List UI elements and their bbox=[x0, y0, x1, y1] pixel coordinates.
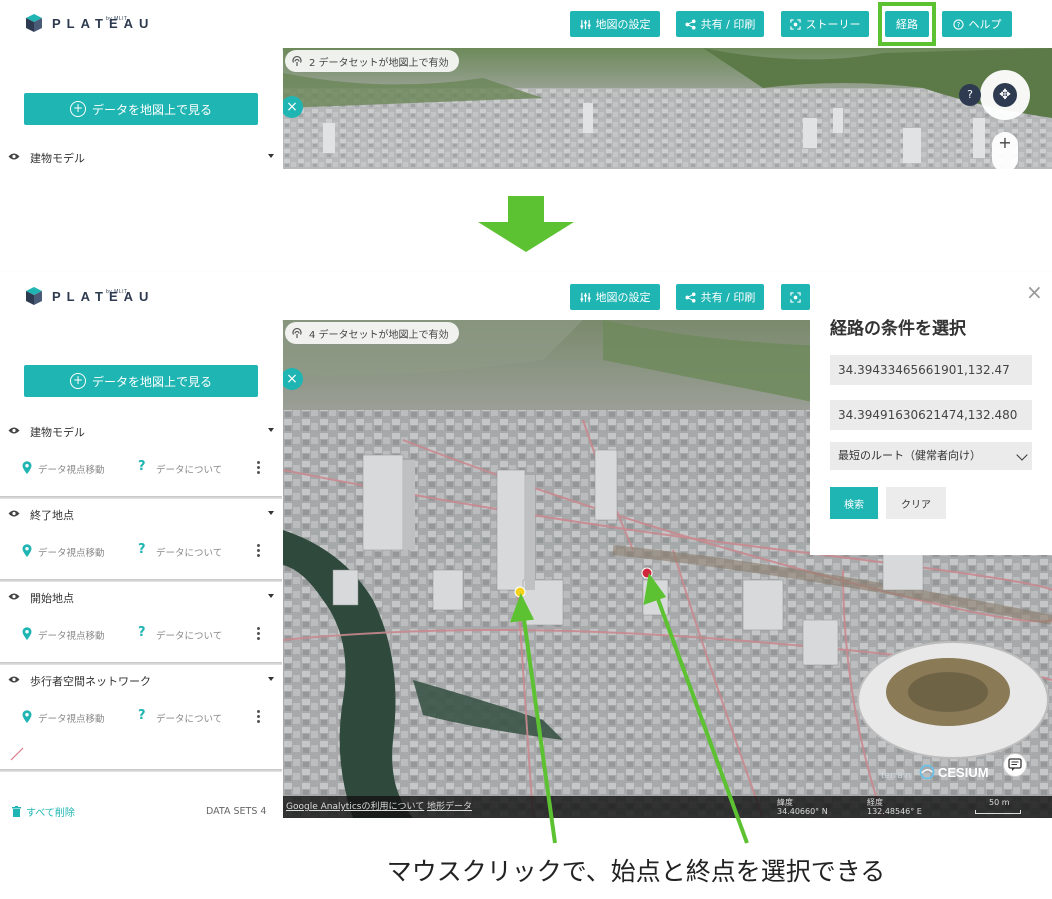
caption-text: マウスクリックで、始点と終点を選択できる bbox=[386, 857, 886, 886]
annotation-arrows bbox=[510, 572, 749, 844]
